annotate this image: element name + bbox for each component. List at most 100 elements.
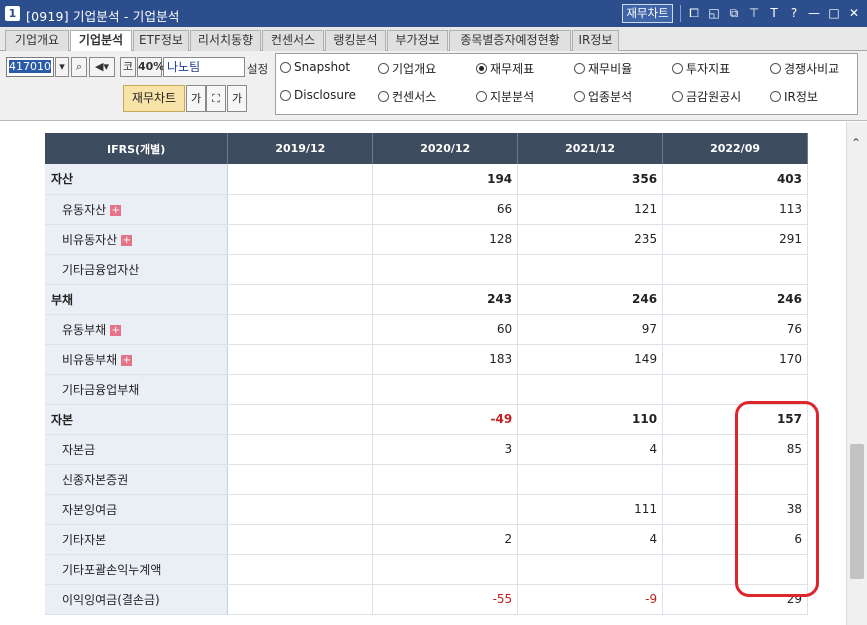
row-label: 기타금융업부채 [62,382,140,397]
column-header: 2019/12 [227,133,374,164]
row-label-cell[interactable]: 비유동부채 + [45,344,229,375]
minimize-icon[interactable]: — [807,5,821,21]
value-cell [517,464,664,495]
report-option-10[interactable]: 금감원공시 [672,88,741,105]
report-option-6[interactable]: Disclosure [280,88,356,102]
scrollbar-thumb[interactable] [850,444,864,579]
expand-plus-icon[interactable]: + [121,234,133,246]
stock-code-input[interactable]: 417010 [6,57,54,77]
radio-dot-icon[interactable] [476,91,487,102]
tab-0[interactable]: 기업개요 [5,30,69,51]
financial-statement-panel: IFRS(개별) 2019/12 2020/12 2021/12 2022/09 자산 1… [0,122,846,625]
radio-dot-icon[interactable] [476,63,487,74]
value-cell [227,464,374,495]
radio-dot-icon[interactable] [770,91,781,102]
value-cell [227,344,374,375]
expand-plus-icon[interactable]: + [121,354,133,366]
report-option-3[interactable]: 재무비율 [574,60,632,77]
maximize-icon[interactable]: □ [827,5,841,21]
tab-1[interactable]: 기업분석 [70,30,132,52]
value-cell: 243 [372,284,519,315]
font-increase-button[interactable]: 가 [186,85,206,112]
report-option-5[interactable]: 경쟁사비교 [770,60,839,77]
report-option-label: Disclosure [294,88,357,102]
report-option-0[interactable]: Snapshot [280,60,350,74]
radio-dot-icon[interactable] [672,91,683,102]
row-label-cell[interactable]: 비유동자산 + [45,224,229,255]
value-cell: 235 [517,224,664,255]
restore-icon[interactable]: ⧉ [727,5,741,21]
tab-5[interactable]: 랭킹분석 [325,30,386,51]
tab-4[interactable]: 컨센서스 [262,30,324,51]
close-icon[interactable]: ✕ [847,5,861,21]
report-option-label: 재무제표 [490,62,535,76]
report-option-4[interactable]: 투자지표 [672,60,730,77]
radio-dot-icon[interactable] [770,63,781,74]
report-option-9[interactable]: 업종분석 [574,88,632,105]
row-label-cell: 부채 [45,284,229,315]
chart-icon[interactable]: ⧠ [687,5,701,21]
search-icon[interactable]: ⌕ [71,57,87,77]
expand-plus-icon[interactable]: + [110,324,122,336]
radio-dot-icon[interactable] [378,91,389,102]
title-bar: 1 [0919] 기업분석 - 기업분석 재무차트 ⧠ ◱ ⧉ ⊤ T? — □ ✕ [0,0,867,27]
help-icon[interactable]: ? [787,5,801,21]
value-cell [227,374,374,405]
radio-dot-icon[interactable] [280,61,291,73]
tab-7[interactable]: 종목별증자예정현황 [449,30,571,51]
table-row: 이익잉여금(결손금) -55 -9 29 [45,584,808,615]
radio-dot-icon[interactable] [574,63,585,74]
code-dropdown-icon[interactable]: ▾ [55,57,69,77]
font-icon[interactable]: T [767,5,781,21]
report-option-2[interactable]: 재무제표 [476,60,534,77]
row-label-cell: 기타자본 [45,524,229,555]
pin-icon[interactable]: ⊤ [747,5,761,21]
radio-dot-icon[interactable] [280,89,291,101]
value-cell [227,554,374,585]
settings-label[interactable]: 설정 [247,61,268,77]
table-row: 유동자산 +66 121 113 [45,194,808,225]
report-option-label: 기업개요 [392,62,437,76]
report-option-1[interactable]: 기업개요 [378,60,436,77]
window-icon[interactable]: ◱ [707,5,721,21]
report-option-label: 재무비율 [588,62,633,76]
radio-dot-icon[interactable] [574,91,585,102]
report-option-label: 투자지표 [686,62,731,76]
vertical-scrollbar[interactable]: ⌃ [846,122,867,625]
scroll-up-icon[interactable]: ⌃ [851,136,861,150]
tab-3[interactable]: 리서치동향 [190,30,261,51]
value-cell: 4 [517,524,664,555]
radio-dot-icon[interactable] [672,63,683,74]
row-label: 기타자본 [62,532,107,547]
row-label-cell[interactable]: 유동부채 + [45,314,229,345]
value-cell [227,404,374,435]
row-label-cell[interactable]: 유동자산 + [45,194,229,225]
speaker-icon[interactable]: ◀▾ [89,57,115,77]
report-option-7[interactable]: 컨센서스 [378,88,436,105]
row-label: 비유동부채 [62,352,118,367]
row-label-cell: 이익잉여금(결손금) [45,584,229,615]
company-name-field[interactable]: 나노팀 [163,57,245,77]
value-cell: -49 [372,404,519,435]
expand-view-icon[interactable]: ⛶ [206,85,226,112]
value-cell [517,254,664,285]
tab-8[interactable]: IR정보 [572,30,619,51]
report-option-label: 업종분석 [588,90,633,104]
red-highlight-annotation [735,401,819,597]
code-label[interactable]: 코 [120,57,136,77]
report-option-label: 지분분석 [490,90,535,104]
financial-chart-title-button[interactable]: 재무차트 [622,4,673,23]
report-option-8[interactable]: 지분분석 [476,88,534,105]
report-option-11[interactable]: IR정보 [770,88,818,105]
ratio-button[interactable]: 40% [137,57,164,77]
table-row: 신종자본증권 [45,464,808,495]
radio-dot-icon[interactable] [378,63,389,74]
expand-plus-icon[interactable]: + [110,204,122,216]
fin-chart-button[interactable]: 재무차트 [123,85,185,112]
tab-2[interactable]: ETF정보 [133,30,189,51]
font-decrease-button[interactable]: 가 [227,85,247,112]
tab-6[interactable]: 부가정보 [387,30,448,51]
table-row: 자본금 3 4 85 [45,434,808,465]
value-cell: 356 [517,164,664,195]
stock-code-value: 417010 [9,60,51,73]
